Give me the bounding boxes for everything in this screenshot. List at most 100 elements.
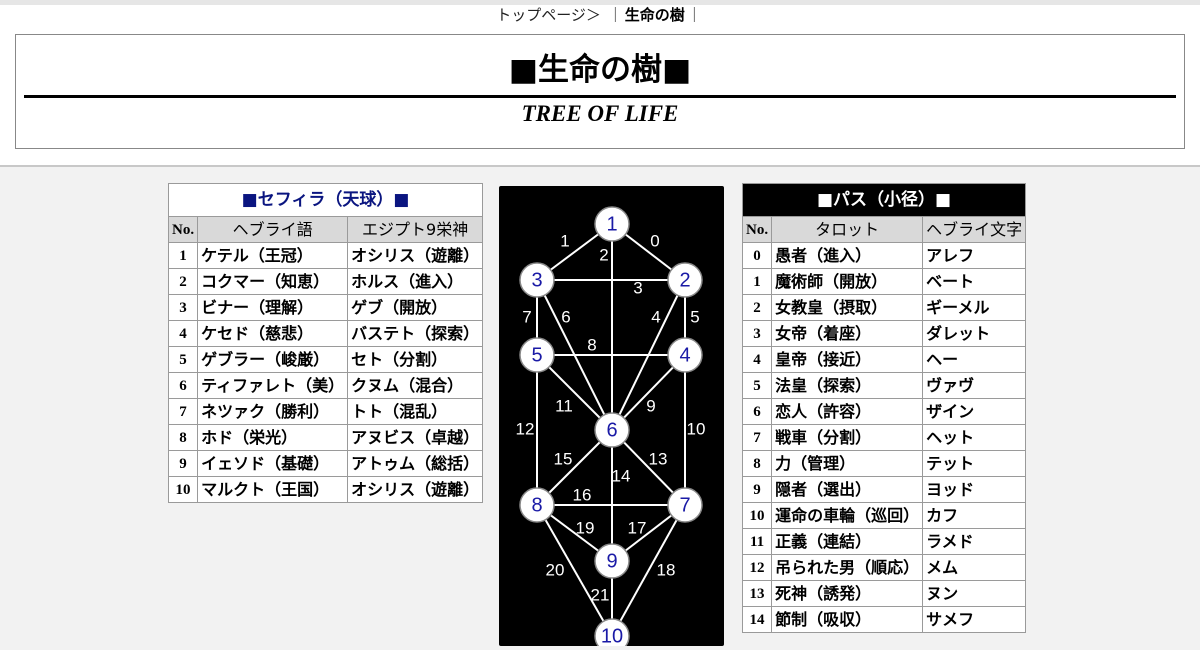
path-tarot-cell: 節制（吸収） [771,606,924,633]
path-no-cell: 0 [741,242,773,269]
table-row: 13 死神（誘発） ヌン [741,580,1027,607]
breadcrumb-home-link[interactable]: トップページ＞ [496,6,601,24]
table-row: 7 ネツァク（勝利） トト（混乱） [167,398,484,425]
path-no-cell: 10 [741,502,773,529]
sephira-node-2: 2 [667,262,703,298]
sephira-hebrew-cell: ホド（栄光） [197,424,349,451]
table-row: 0 愚者（進入） アレフ [741,242,1027,269]
path-letter-cell: メム [922,554,1027,581]
sephira-egypt-cell: オシリス（遊離） [347,242,484,269]
path-letter-cell: ダレット [922,320,1027,347]
table-row: 3 女帝（着座） ダレット [741,320,1027,347]
sephira-node-label: 5 [531,344,542,366]
path-letter-cell: ヨッド [922,476,1027,503]
breadcrumb-current: 生命の樹 [624,6,685,24]
path-no-cell: 7 [741,424,773,451]
sephira-node-7: 7 [667,487,703,523]
sephira-table: ■セフィラ（天球）■ No. ヘブライ語 エジプト9栄神 1 ケテル（王冠） オシリ… [167,183,484,503]
path-letter-cell: ギーメル [922,294,1027,321]
path-letter-cell: ベート [922,268,1027,295]
path-letter-cell: アレフ [922,242,1027,269]
breadcrumb-separator: ｜ [686,6,702,24]
page-title: ■生命の樹■ [508,52,692,88]
table-row: 10 マルクト（王国） オシリス（遊離） [167,476,484,503]
path-label: 14 [612,466,631,485]
table-row: 5 法皇（探索） ヴァヴ [741,372,1027,399]
path-no-cell: 14 [741,606,773,633]
path-tarot-cell: 皇帝（接近） [771,346,924,373]
path-label: 8 [587,335,596,354]
path-letter-cell: ヘット [922,424,1027,451]
sephira-egypt-cell: アトゥム（総括） [347,450,484,477]
sephira-hebrew-cell: イェソド（基礎） [197,450,349,477]
page-subtitle: TREE OF LIFE [521,101,679,126]
sephira-node-1: 1 [594,206,630,242]
path-tarot-cell: 女帝（着座） [771,320,924,347]
sephira-node-label: 3 [531,269,542,291]
path-tarot-cell: 恋人（許容） [771,398,924,425]
sephira-hebrew-cell: ネツァク（勝利） [197,398,349,425]
path-label: 5 [690,307,699,326]
table-row: 2 コクマー（知恵） ホルス（進入） [167,268,484,295]
table-row: 6 ティファレト（美） クヌム（混合） [167,372,484,399]
sephira-node-9: 9 [594,543,630,579]
path-no-cell: 11 [741,528,773,555]
sephira-no-cell: 1 [167,242,199,269]
sephira-egypt-cell: オシリス（遊離） [347,476,484,503]
table-row: 12 吊られた男（順応） メム [741,554,1027,581]
sephira-egypt-cell: アヌビス（卓越） [347,424,484,451]
path-no-cell: 9 [741,476,773,503]
path-letter-cell: サメフ [922,606,1027,633]
path-no-cell: 8 [741,450,773,477]
table-row: 9 イェソド（基礎） アトゥム（総括） [167,450,484,477]
column-header-no: No. [167,216,199,243]
path-no-cell: 2 [741,294,773,321]
sephira-node-label: 10 [601,625,623,646]
table-row: 5 ゲブラー（峻厳） セト（分割） [167,346,484,373]
sephira-node-3: 3 [519,262,555,298]
path-label: 2 [599,245,608,264]
table-row: 8 ホド（栄光） アヌビス（卓越） [167,424,484,451]
path-letter-cell: テット [922,450,1027,477]
path-label: 9 [646,396,655,415]
table-row: 7 戦車（分割） ヘット [741,424,1027,451]
sephira-node-label: 7 [679,494,690,516]
sephira-no-cell: 3 [167,294,199,321]
path-label: 15 [554,449,573,468]
breadcrumb-separator: ｜ [607,6,623,24]
path-label: 10 [687,419,706,438]
sephira-egypt-cell: トト（混乱） [347,398,484,425]
sephira-hebrew-cell: ゲブラー（峻厳） [197,346,349,373]
path-letter-cell: ザイン [922,398,1027,425]
path-no-cell: 13 [741,580,773,607]
path-tarot-cell: 運命の車輪（巡回） [771,502,924,529]
path-label: 20 [546,560,565,579]
path-tarot-cell: 愚者（進入） [771,242,924,269]
path-tarot-cell: 吊られた男（順応） [771,554,924,581]
path-tarot-cell: 正義（連結） [771,528,924,555]
sephira-hebrew-cell: マルクト（王国） [197,476,349,503]
path-table: ■パス（小径）■ No. タロット ヘブライ文字 0 愚者（進入） アレフ 1 魔術師（… [741,183,1027,633]
path-letter-cell: カフ [922,502,1027,529]
breadcrumb: トップページ＞ ｜生命の樹｜ [0,5,1200,25]
sephira-node-label: 8 [531,494,542,516]
sephira-egypt-cell: ホルス（進入） [347,268,484,295]
sephira-node-label: 2 [679,269,690,291]
sephira-node-6: 6 [594,412,630,448]
table-row: 6 恋人（許容） ザイン [741,398,1027,425]
path-label: 11 [555,396,573,415]
path-label: 6 [561,307,570,326]
sephira-hebrew-cell: ケテル（王冠） [197,242,349,269]
sephira-hebrew-cell: ケセド（慈悲） [197,320,349,347]
column-header-tarot: タロット [771,216,924,243]
table-row: 10 運命の車輪（巡回） カフ [741,502,1027,529]
path-tarot-cell: 法皇（探索） [771,372,924,399]
table-row: 4 皇帝（接近） ヘー [741,346,1027,373]
path-label: 19 [576,518,595,537]
path-no-cell: 3 [741,320,773,347]
path-tarot-cell: 戦車（分割） [771,424,924,451]
path-label: 21 [591,585,610,604]
path-letter-cell: ヘー [922,346,1027,373]
title-box: ■生命の樹■ TREE OF LIFE [15,34,1185,149]
path-table-caption: ■パス（小径）■ [742,183,1027,216]
